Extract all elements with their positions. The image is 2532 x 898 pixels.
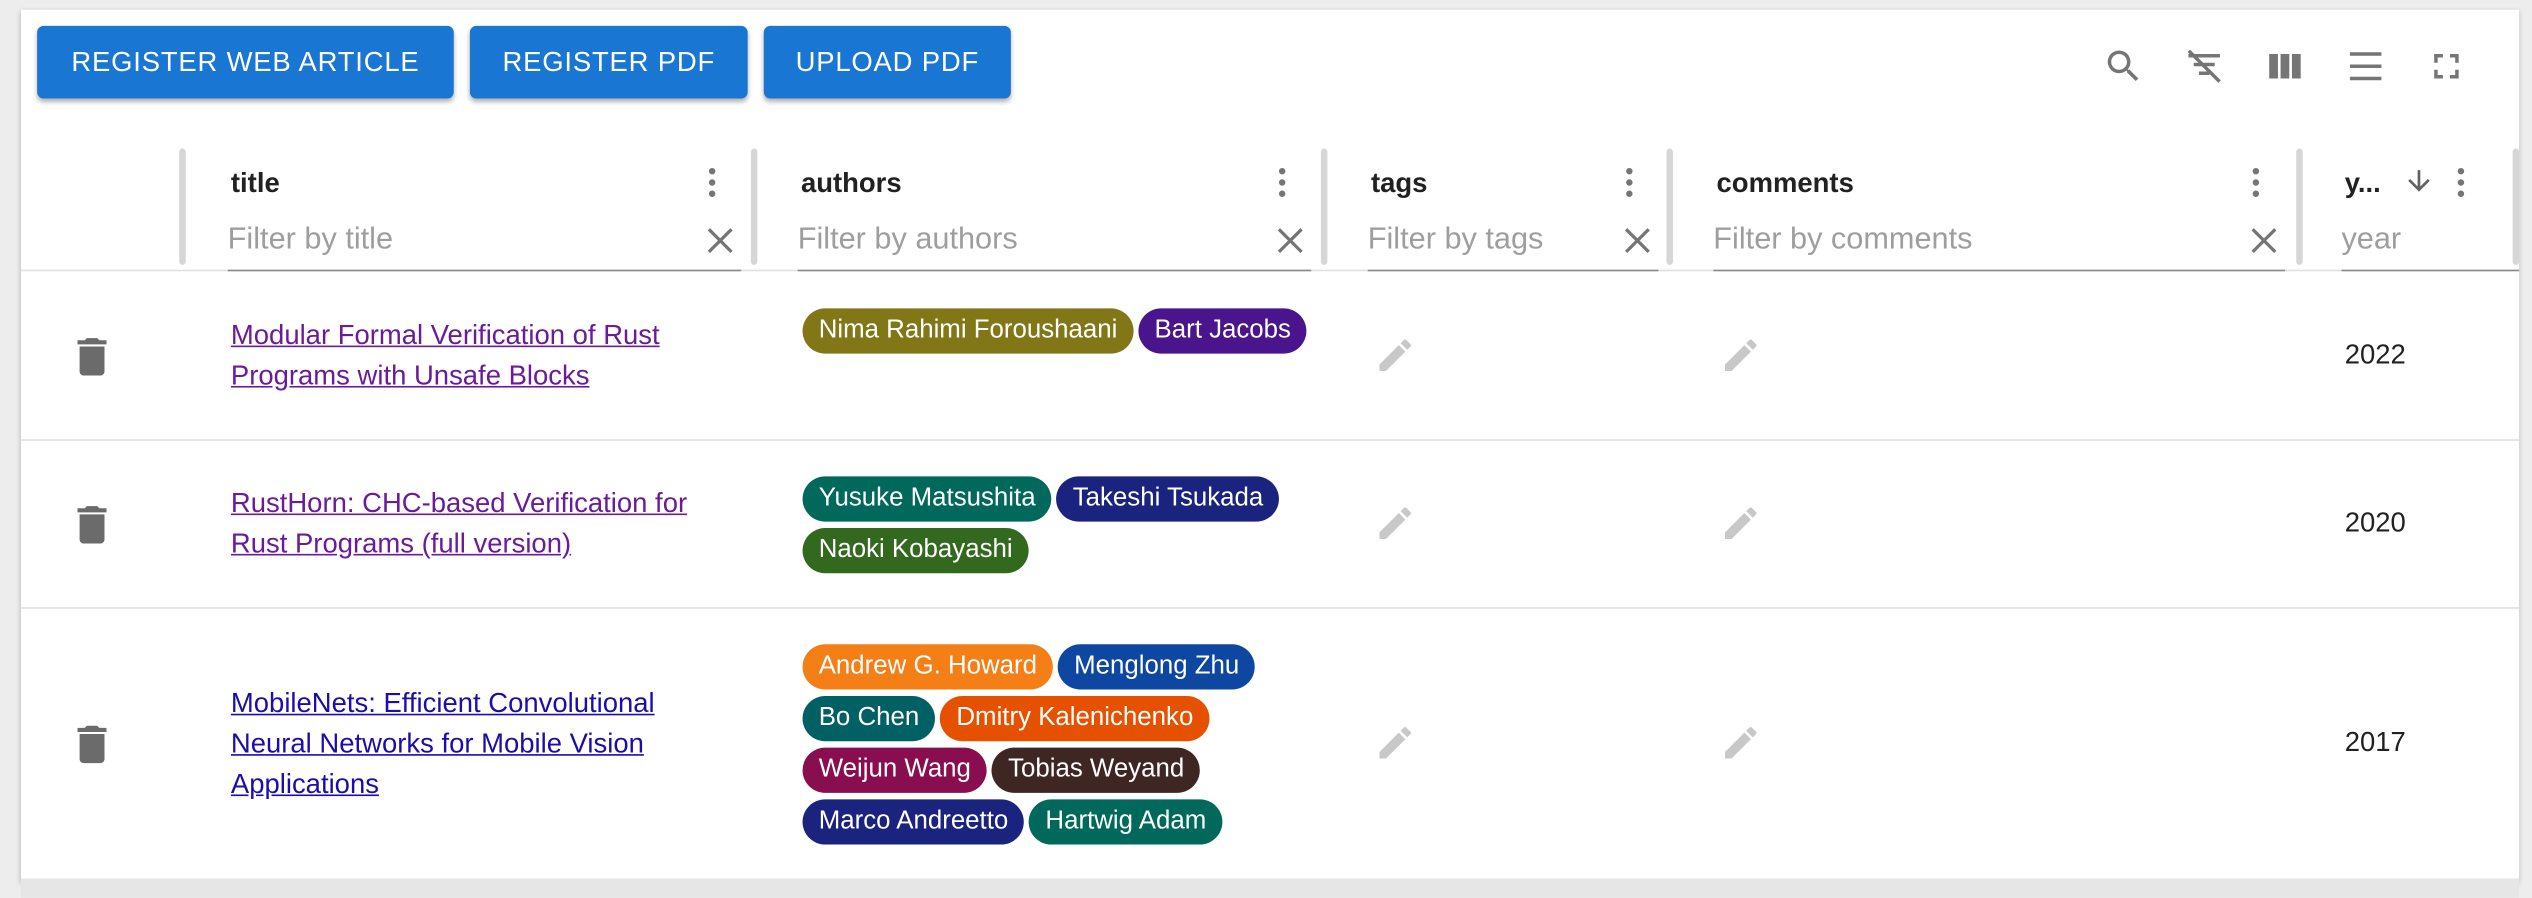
delete-icon[interactable] [77,337,107,376]
clear-comments-filter-icon[interactable] [2249,226,2278,255]
year-filter-field[interactable] [2341,213,2520,272]
author-chip[interactable]: Yusuke Matsushita [802,476,1052,522]
year-filter-input[interactable] [2341,213,2520,269]
authors-filter-field[interactable] [797,213,1312,272]
author-chip[interactable]: Dmitry Kalenichenko [940,695,1210,742]
column-header-comments[interactable]: comments [1713,155,2294,272]
author-chip[interactable]: Weijun Wang [802,747,988,793]
article-title-link[interactable]: RustHorn: CHC-based Verification for Rus… [231,483,715,564]
authors-filter-input[interactable] [797,213,1312,269]
title-filter-input[interactable] [227,213,742,269]
author-chip[interactable]: Hartwig Adam [1029,799,1223,845]
column-year-label[interactable]: y... [2345,168,2381,200]
app-root: REGISTER WEB ARTICLE REGISTER PDF UPLOAD… [0,0,2532,898]
year-cell: 2017 [2344,726,2406,758]
table-row: MobileNets: Efficient Convolutional Neur… [21,609,2519,880]
search-icon[interactable] [2083,42,2164,90]
author-chip[interactable]: Tobias Weyand [991,747,1201,793]
authors-chip-list: Yusuke Matsushita Takeshi Tsukada Naoki … [802,476,1320,574]
columns-icon[interactable] [2245,42,2326,90]
column-comments-label[interactable]: comments [1717,168,1854,200]
delete-icon[interactable] [77,725,107,764]
authors-chip-list: Nima Rahimi Foroushaani Bart Jacobs [802,308,1320,354]
upload-pdf-button[interactable]: UPLOAD PDF [763,25,1011,99]
toolbar-icon-group [2083,42,2487,90]
author-chip[interactable]: Bo Chen [802,695,936,742]
table-row: RustHorn: CHC-based Verification for Rus… [20,441,2520,609]
column-separator[interactable] [1320,148,1328,265]
column-separator[interactable] [2296,148,2303,265]
clear-title-filter-icon[interactable] [706,226,735,255]
data-grid: REGISTER WEB ARTICLE REGISTER PDF UPLOAD… [20,9,2520,882]
comments-filter-field[interactable] [1713,213,2285,272]
author-chip[interactable]: Nima Rahimi Foroushaani [802,308,1134,354]
edit-comments-icon[interactable] [1720,722,1762,764]
column-title-label[interactable]: title [231,168,280,200]
column-header-title[interactable]: title [227,155,761,272]
author-chip[interactable]: Andrew G. Howard [802,644,1054,690]
author-chip[interactable]: Menglong Zhu [1057,644,1256,690]
article-title-link[interactable]: Modular Formal Verification of Rust Prog… [231,315,715,396]
author-chip[interactable]: Naoki Kobayashi [802,528,1029,574]
table-row: Modular Formal Verification of Rust Prog… [20,273,2520,441]
column-menu-icon[interactable] [2252,167,2260,200]
author-chip[interactable]: Takeshi Tsukada [1056,476,1280,522]
column-menu-icon[interactable] [2457,167,2465,200]
density-icon[interactable] [2325,42,2406,90]
filter-off-icon[interactable] [2164,42,2245,90]
grid-toolbar: REGISTER WEB ARTICLE REGISTER PDF UPLOAD… [21,10,2519,117]
column-menu-icon[interactable] [1278,167,1286,200]
delete-icon[interactable] [77,505,107,544]
author-chip[interactable]: Marco Andreetto [802,799,1025,845]
column-header-year[interactable]: y... [2341,155,2520,272]
authors-chip-list: Andrew G. Howard Menglong Zhu Bo Chen Dm… [802,644,1320,845]
fullscreen-icon[interactable] [2406,42,2487,90]
sort-descending-icon[interactable] [2403,165,2435,197]
grid-footer [20,878,2520,898]
column-separator[interactable] [1666,148,1673,265]
edit-tags-icon[interactable] [1374,722,1416,764]
column-authors-label[interactable]: authors [801,168,902,200]
column-separator[interactable] [750,148,758,265]
clear-tags-filter-icon[interactable] [1623,226,1652,255]
column-header-tags[interactable]: tags [1367,155,1675,272]
register-pdf-button[interactable]: REGISTER PDF [469,25,748,99]
register-web-article-button[interactable]: REGISTER WEB ARTICLE [37,25,454,99]
year-cell: 2020 [2344,507,2406,538]
title-filter-field[interactable] [227,213,742,272]
comments-filter-input[interactable] [1713,213,2285,269]
edit-comments-icon[interactable] [1720,502,1762,544]
edit-tags-icon[interactable] [1374,502,1416,544]
clear-authors-filter-icon[interactable] [1276,226,1305,255]
article-title-link[interactable]: MobileNets: Efficient Convolutional Neur… [231,683,715,804]
column-header-authors[interactable]: authors [797,155,1331,272]
edit-comments-icon[interactable] [1720,334,1762,376]
tags-filter-field[interactable] [1367,213,1659,272]
column-separator[interactable] [179,148,186,265]
column-separator[interactable] [2512,148,2520,265]
column-menu-icon[interactable] [708,167,716,200]
author-chip[interactable]: Bart Jacobs [1138,308,1308,354]
column-menu-icon[interactable] [1626,167,1633,200]
year-cell: 2022 [2344,339,2406,370]
tags-filter-input[interactable] [1367,213,1659,269]
edit-tags-icon[interactable] [1374,334,1416,376]
column-header-row: title authors tags [20,139,2520,272]
column-tags-label[interactable]: tags [1371,168,1427,200]
